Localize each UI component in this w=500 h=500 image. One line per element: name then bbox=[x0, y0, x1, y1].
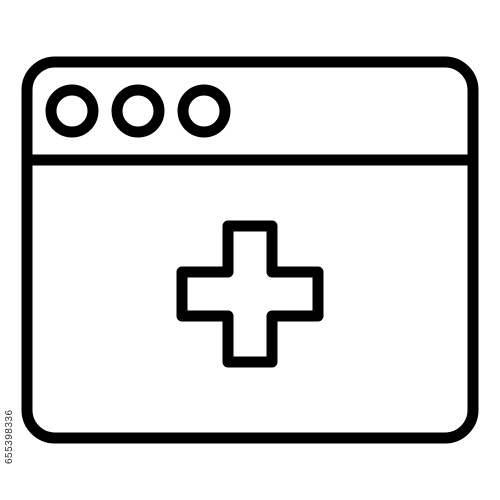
window-control-dots bbox=[45, 84, 231, 138]
window-dot-3 bbox=[177, 84, 231, 138]
image-id-watermark: 655398336 bbox=[4, 409, 15, 465]
window-dot-2 bbox=[111, 84, 165, 138]
icon-canvas: 655398336 bbox=[0, 0, 500, 500]
window-dot-1 bbox=[45, 84, 99, 138]
browser-window-plus-icon bbox=[21, 56, 479, 444]
